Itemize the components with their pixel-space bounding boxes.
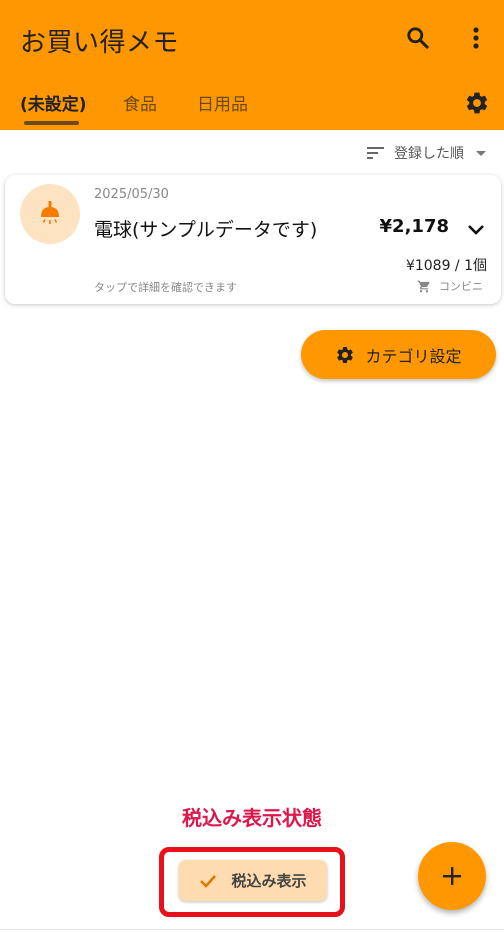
tax-included-toggle-chip[interactable]: 税込み表示 xyxy=(179,860,327,901)
sort-selector[interactable]: 登録した順 xyxy=(366,140,486,166)
check-icon xyxy=(200,874,217,888)
sort-label: 登録した順 xyxy=(394,146,464,162)
tab-unset[interactable]: (未設定) xyxy=(20,90,87,115)
item-price: ¥2,178 xyxy=(379,216,449,237)
lamp-icon xyxy=(41,201,59,224)
item-store: コンビニ xyxy=(417,278,483,294)
item-date: 2025/05/30 xyxy=(94,187,169,202)
plus-icon xyxy=(443,867,461,885)
expand-button[interactable] xyxy=(465,219,487,241)
gear-icon xyxy=(466,92,488,114)
app-title: お買い得メモ xyxy=(20,28,180,58)
add-item-button[interactable] xyxy=(418,842,486,910)
item-avatar xyxy=(20,184,80,244)
cart-icon xyxy=(417,280,430,292)
search-icon xyxy=(407,27,429,49)
category-settings-button[interactable]: カテゴリ設定 xyxy=(301,330,496,379)
category-tabs: (未設定) 食品 日用品 xyxy=(0,84,440,130)
item-name: 電球(サンプルデータです) xyxy=(94,219,318,241)
chevron-down-icon xyxy=(468,225,484,235)
more-options-button[interactable] xyxy=(462,22,490,54)
settings-button[interactable] xyxy=(460,86,494,120)
annotation-text: 税込み表示状態 xyxy=(182,806,322,830)
sort-icon xyxy=(367,147,384,159)
item-store-label: コンビニ xyxy=(439,280,483,293)
app-bar: お買い得メモ (未設定) 食品 日用品 xyxy=(0,0,504,130)
category-settings-label: カテゴリ設定 xyxy=(365,346,462,366)
tax-chip-label: 税込み表示 xyxy=(231,872,307,890)
tab-indicator xyxy=(24,121,79,125)
item-hint: タップで詳細を確認できます xyxy=(94,281,237,294)
item-unit-price: ¥1089 / 1個 xyxy=(405,258,487,274)
search-button[interactable] xyxy=(402,22,434,54)
tab-food[interactable]: 食品 xyxy=(123,90,157,115)
gear-icon xyxy=(337,346,354,363)
tab-daily-goods[interactable]: 日用品 xyxy=(197,90,248,115)
bottom-divider xyxy=(0,929,504,930)
item-card[interactable]: 2025/05/30 電球(サンプルデータです) ¥2,178 ¥1089 / … xyxy=(5,175,501,304)
more-vert-icon xyxy=(473,27,479,49)
dropdown-caret-icon xyxy=(476,150,486,156)
